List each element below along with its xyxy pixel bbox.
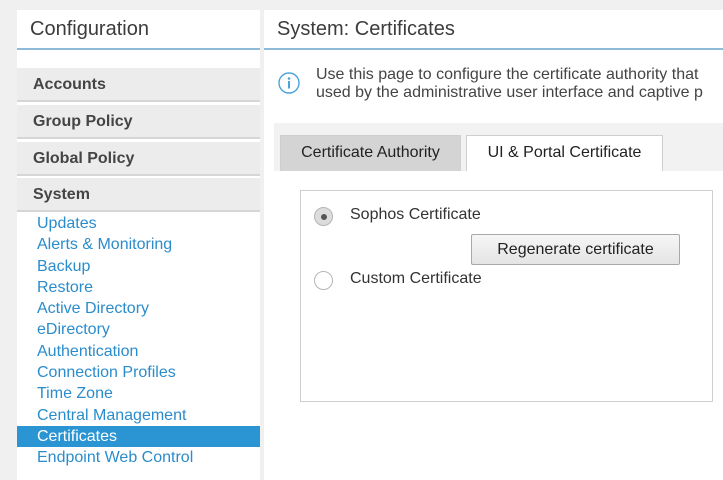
info-icon xyxy=(278,72,300,94)
main-panel: System: Certificates Use this page to co… xyxy=(264,10,723,480)
sidebar-item-time-zone[interactable]: Time Zone xyxy=(17,383,260,404)
page-title: System: Certificates xyxy=(264,10,723,50)
sidebar-item-restore[interactable]: Restore xyxy=(17,277,260,298)
tab-ui-portal-certificate[interactable]: UI & Portal Certificate xyxy=(466,135,663,171)
info-message: Use this page to configure the certifica… xyxy=(276,66,723,106)
section-global-policy[interactable]: Global Policy xyxy=(17,142,260,176)
info-text: Use this page to configure the certifica… xyxy=(316,66,703,102)
tab-certificate-authority[interactable]: Certificate Authority xyxy=(280,135,461,171)
sidebar-item-connection-profiles[interactable]: Connection Profiles xyxy=(17,362,260,383)
section-accounts[interactable]: Accounts xyxy=(17,68,260,102)
custom-certificate-radio[interactable] xyxy=(314,271,333,290)
tab-panel: Sophos Certificate Regenerate certificat… xyxy=(274,171,723,480)
sidebar-item-backup[interactable]: Backup xyxy=(17,256,260,277)
sidebar-item-active-directory[interactable]: Active Directory xyxy=(17,298,260,319)
custom-certificate-label: Custom Certificate xyxy=(350,270,482,287)
sidebar-item-endpoint-web-control[interactable]: Endpoint Web Control xyxy=(17,447,260,468)
sidebar-item-authentication[interactable]: Authentication xyxy=(17,341,260,362)
sidebar-panel: Configuration Accounts Group Policy Glob… xyxy=(17,10,260,480)
regenerate-certificate-button[interactable]: Regenerate certificate xyxy=(471,234,680,265)
info-text-line-1: Use this page to configure the certifica… xyxy=(316,66,699,83)
sidebar-item-central-management[interactable]: Central Management xyxy=(17,405,260,426)
tab-container: Certificate Authority UI & Portal Certif… xyxy=(274,123,723,480)
system-submenu: Updates Alerts & Monitoring Backup Resto… xyxy=(17,213,260,469)
sidebar-item-updates[interactable]: Updates xyxy=(17,213,260,234)
sidebar-title: Configuration xyxy=(17,10,260,50)
info-text-line-2: used by the administrative user interfac… xyxy=(316,84,703,101)
section-system[interactable]: System xyxy=(17,178,260,212)
section-group-policy[interactable]: Group Policy xyxy=(17,105,260,139)
sophos-certificate-radio[interactable] xyxy=(314,207,333,226)
sidebar-item-edirectory[interactable]: eDirectory xyxy=(17,319,260,340)
sophos-certificate-label: Sophos Certificate xyxy=(350,206,481,223)
sidebar-item-alerts-monitoring[interactable]: Alerts & Monitoring xyxy=(17,234,260,255)
sidebar-item-certificates[interactable]: Certificates xyxy=(17,425,260,448)
certificate-options-box: Sophos Certificate Regenerate certificat… xyxy=(300,190,713,402)
